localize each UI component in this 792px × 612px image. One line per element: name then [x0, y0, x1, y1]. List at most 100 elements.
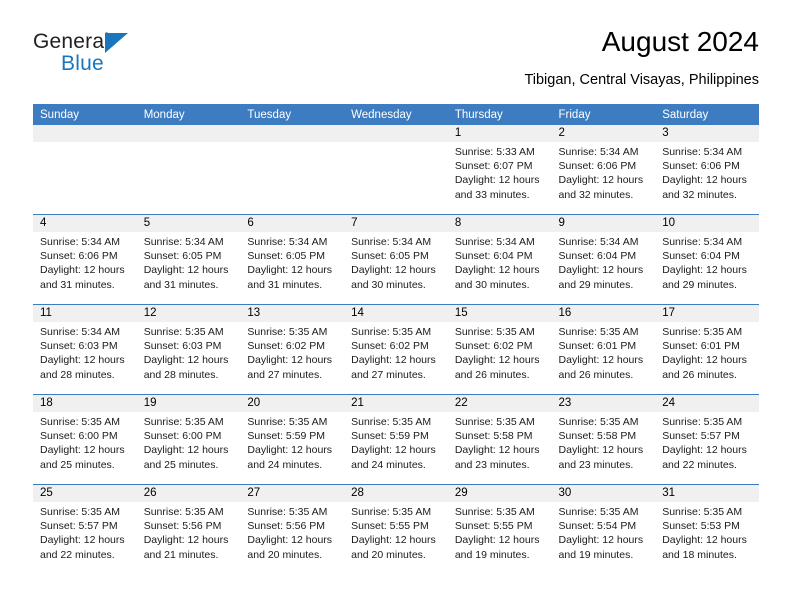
day-sun-info: Sunrise: 5:35 AM Sunset: 5:56 PM Daylight:…	[240, 502, 344, 562]
calendar-day-cell[interactable]: 11 Sunrise: 5:34 AM Sunset: 6:03 PM Dayligh…	[33, 304, 137, 395]
calendar-day-cell[interactable]: 4 Sunrise: 5:34 AM Sunset: 6:06 PM Daylight…	[33, 214, 137, 305]
sunset-time: Sunset: 6:01 PM	[662, 340, 740, 353]
calendar-day-cell-inner: 1 Sunrise: 5:33 AM Sunset: 6:07 PM Daylight…	[447, 125, 552, 214]
day-number: 14	[344, 305, 448, 322]
daylight-duration-line2: and 24 minutes.	[351, 458, 426, 471]
calendar-day-cell[interactable]: 30 Sunrise: 5:35 AM Sunset: 5:54 PM Dayligh…	[551, 484, 656, 574]
sunrise-time: Sunrise: 5:34 AM	[143, 236, 224, 248]
calendar-week-row: 25 Sunrise: 5:35 AM Sunset: 5:57 PM Dayligh…	[33, 484, 759, 574]
day-sun-info: Sunrise: 5:35 AM Sunset: 5:54 PM Daylight:…	[552, 502, 656, 562]
day-sun-info: Sunrise: 5:35 AM Sunset: 5:59 PM Daylight:…	[240, 412, 344, 472]
calendar-day-cell[interactable]: 18 Sunrise: 5:35 AM Sunset: 6:00 PM Dayligh…	[33, 394, 137, 485]
page-title: August 2024	[601, 26, 759, 57]
calendar-day-cell[interactable]: 9 Sunrise: 5:34 AM Sunset: 6:04 PM Daylight…	[551, 214, 656, 305]
sunrise-time: Sunrise: 5:34 AM	[40, 326, 120, 338]
calendar-day-cell[interactable]	[240, 125, 345, 215]
calendar-day-cell[interactable]	[33, 125, 137, 215]
sunrise-time: Sunrise: 5:34 AM	[558, 236, 639, 248]
sunset-time: Sunset: 6:07 PM	[454, 160, 533, 173]
calendar-day-cell[interactable]: 25 Sunrise: 5:35 AM Sunset: 5:57 PM Dayligh…	[33, 484, 137, 574]
sunrise-time: Sunrise: 5:35 AM	[558, 416, 639, 428]
day-number: 11	[33, 305, 137, 322]
calendar-day-cell[interactable]: 23 Sunrise: 5:35 AM Sunset: 5:58 PM Dayligh…	[551, 394, 656, 485]
weekday-header-wednesday: Wednesday	[344, 104, 448, 125]
daylight-duration-line1: Daylight: 12 hours	[454, 354, 540, 367]
calendar-day-cell[interactable]: 1 Sunrise: 5:33 AM Sunset: 6:07 PM Daylight…	[447, 125, 552, 215]
calendar-day-cell[interactable]: 2 Sunrise: 5:34 AM Sunset: 6:06 PM Daylight…	[551, 125, 656, 215]
day-sun-info: Sunrise: 5:34 AM Sunset: 6:03 PM Daylight:…	[33, 322, 137, 382]
calendar-day-cell[interactable]: 21 Sunrise: 5:35 AM Sunset: 5:59 PM Dayligh…	[344, 394, 448, 485]
calendar-day-cell[interactable]	[136, 125, 241, 215]
day-number: 16	[551, 305, 656, 322]
calendar-day-cell[interactable]: 24 Sunrise: 5:35 AM Sunset: 5:57 PM Dayligh…	[655, 394, 759, 485]
calendar-day-cell-inner: 16 Sunrise: 5:35 AM Sunset: 6:01 PM Dayligh…	[551, 305, 656, 394]
daylight-duration-line2: and 29 minutes.	[662, 278, 737, 291]
daylight-duration-line2: and 25 minutes.	[143, 458, 219, 471]
day-number: 30	[551, 485, 656, 502]
calendar-day-cell-inner: 24 Sunrise: 5:35 AM Sunset: 5:57 PM Dayligh…	[655, 395, 759, 484]
daylight-duration-line2: and 19 minutes.	[454, 548, 530, 561]
sunrise-time: Sunrise: 5:33 AM	[454, 146, 535, 158]
calendar-day-cell[interactable]: 5 Sunrise: 5:34 AM Sunset: 6:05 PM Daylight…	[136, 214, 241, 305]
calendar-day-cell-empty	[240, 125, 345, 214]
calendar-day-cell-inner: 19 Sunrise: 5:35 AM Sunset: 6:00 PM Dayligh…	[136, 395, 241, 484]
daylight-duration-line1: Daylight: 12 hours	[40, 534, 125, 547]
sunset-time: Sunset: 6:05 PM	[143, 250, 222, 263]
calendar-day-cell[interactable]: 27 Sunrise: 5:35 AM Sunset: 5:56 PM Dayligh…	[240, 484, 345, 574]
daylight-duration-line1: Daylight: 12 hours	[247, 534, 333, 547]
calendar-day-cell[interactable]: 8 Sunrise: 5:34 AM Sunset: 6:04 PM Daylight…	[447, 214, 552, 305]
daylight-duration-line2: and 23 minutes.	[558, 458, 634, 471]
calendar-day-cell[interactable]: 3 Sunrise: 5:34 AM Sunset: 6:06 PM Daylight…	[655, 125, 759, 215]
daylight-duration-line2: and 22 minutes.	[662, 458, 737, 471]
day-sun-info: Sunrise: 5:35 AM Sunset: 6:02 PM Daylight:…	[240, 322, 344, 382]
daylight-duration-line1: Daylight: 12 hours	[558, 534, 644, 547]
sunset-time: Sunset: 6:04 PM	[558, 250, 637, 263]
daylight-duration-line1: Daylight: 12 hours	[351, 264, 436, 277]
calendar-day-cell[interactable]: 15 Sunrise: 5:35 AM Sunset: 6:02 PM Dayligh…	[447, 304, 552, 395]
daylight-duration-line2: and 31 minutes.	[247, 278, 323, 291]
daylight-duration-line1: Daylight: 12 hours	[662, 534, 747, 547]
calendar-day-cell-inner: 18 Sunrise: 5:35 AM Sunset: 6:00 PM Dayligh…	[33, 395, 137, 484]
calendar-day-cell[interactable]: 16 Sunrise: 5:35 AM Sunset: 6:01 PM Dayligh…	[551, 304, 656, 395]
sunset-time: Sunset: 6:03 PM	[143, 340, 222, 353]
calendar-day-cell[interactable]: 31 Sunrise: 5:35 AM Sunset: 5:53 PM Dayligh…	[655, 484, 759, 574]
day-sun-info: Sunrise: 5:34 AM Sunset: 6:04 PM Daylight:…	[552, 232, 656, 292]
day-sun-info: Sunrise: 5:34 AM Sunset: 6:04 PM Daylight:…	[655, 232, 759, 292]
calendar-day-cell[interactable]: 19 Sunrise: 5:35 AM Sunset: 6:00 PM Dayligh…	[136, 394, 241, 485]
daylight-duration-line2: and 22 minutes.	[40, 548, 115, 561]
day-sun-info: Sunrise: 5:35 AM Sunset: 5:53 PM Daylight:…	[655, 502, 759, 562]
daylight-duration-line2: and 20 minutes.	[247, 548, 323, 561]
sunrise-time: Sunrise: 5:35 AM	[351, 326, 432, 338]
day-number: 13	[240, 305, 345, 322]
day-sun-info: Sunrise: 5:35 AM Sunset: 6:01 PM Daylight:…	[552, 322, 656, 382]
calendar-day-cell[interactable]: 7 Sunrise: 5:34 AM Sunset: 6:05 PM Daylight…	[344, 214, 448, 305]
calendar-day-cell-inner: 14 Sunrise: 5:35 AM Sunset: 6:02 PM Dayligh…	[344, 305, 448, 394]
calendar-day-cell[interactable]: 28 Sunrise: 5:35 AM Sunset: 5:55 PM Dayligh…	[344, 484, 448, 574]
calendar-day-cell[interactable]	[344, 125, 448, 215]
day-sun-info: Sunrise: 5:35 AM Sunset: 5:57 PM Daylight:…	[33, 502, 137, 562]
calendar-day-cell[interactable]: 29 Sunrise: 5:35 AM Sunset: 5:55 PM Dayligh…	[447, 484, 552, 574]
weekday-header-thursday: Thursday	[447, 104, 552, 125]
calendar-day-cell-inner: 26 Sunrise: 5:35 AM Sunset: 5:56 PM Dayligh…	[136, 485, 241, 574]
calendar-day-cell[interactable]: 14 Sunrise: 5:35 AM Sunset: 6:02 PM Dayligh…	[344, 304, 448, 395]
daylight-duration-line1: Daylight: 12 hours	[143, 444, 229, 457]
calendar-day-cell[interactable]: 20 Sunrise: 5:35 AM Sunset: 5:59 PM Dayligh…	[240, 394, 345, 485]
day-number: 6	[240, 215, 345, 232]
sunset-time: Sunset: 6:05 PM	[351, 250, 429, 263]
calendar-day-cell[interactable]: 13 Sunrise: 5:35 AM Sunset: 6:02 PM Dayligh…	[240, 304, 345, 395]
calendar-day-cell[interactable]: 17 Sunrise: 5:35 AM Sunset: 6:01 PM Dayligh…	[655, 304, 759, 395]
sunset-time: Sunset: 5:58 PM	[454, 430, 533, 443]
calendar-day-cell[interactable]: 22 Sunrise: 5:35 AM Sunset: 5:58 PM Dayligh…	[447, 394, 552, 485]
sunset-time: Sunset: 5:58 PM	[558, 430, 637, 443]
calendar-day-cell[interactable]: 10 Sunrise: 5:34 AM Sunset: 6:04 PM Dayligh…	[655, 214, 759, 305]
calendar-day-cell-inner: 12 Sunrise: 5:35 AM Sunset: 6:03 PM Dayligh…	[136, 305, 241, 394]
sunrise-time: Sunrise: 5:34 AM	[558, 146, 639, 158]
calendar-day-cell[interactable]: 26 Sunrise: 5:35 AM Sunset: 5:56 PM Dayligh…	[136, 484, 241, 574]
calendar-day-cell[interactable]: 6 Sunrise: 5:34 AM Sunset: 6:05 PM Daylight…	[240, 214, 345, 305]
calendar-day-cell[interactable]: 12 Sunrise: 5:35 AM Sunset: 6:03 PM Dayligh…	[136, 304, 241, 395]
daylight-duration-line1: Daylight: 12 hours	[247, 264, 333, 277]
day-number: 15	[447, 305, 552, 322]
calendar-day-cell-inner: 17 Sunrise: 5:35 AM Sunset: 6:01 PM Dayligh…	[655, 305, 759, 394]
sunrise-time: Sunrise: 5:35 AM	[247, 326, 328, 338]
generalblue-logo[interactable]: General Blue	[33, 30, 253, 82]
